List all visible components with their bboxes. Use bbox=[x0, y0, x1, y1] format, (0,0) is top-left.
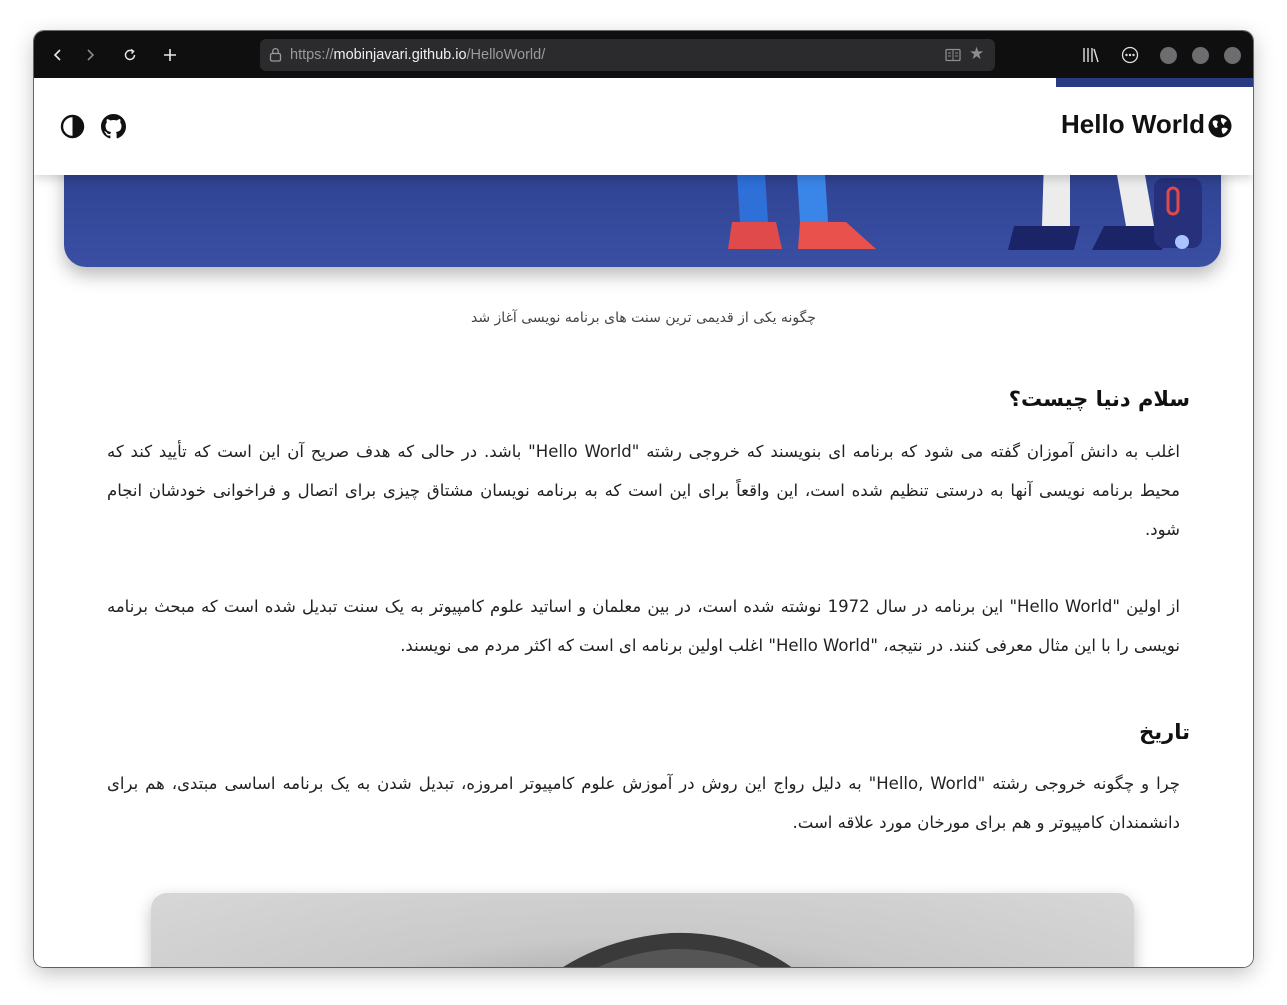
new-tab-button[interactable] bbox=[158, 43, 182, 67]
address-bar[interactable]: https://mobinjavari.github.io/HelloWorld… bbox=[260, 39, 995, 71]
site-header: Hello World bbox=[34, 78, 1253, 175]
site-title[interactable]: Hello World bbox=[1061, 109, 1205, 140]
back-button[interactable] bbox=[46, 43, 70, 67]
historical-photo bbox=[151, 893, 1134, 967]
chevron-right-icon bbox=[87, 49, 95, 61]
library-icon[interactable] bbox=[1082, 47, 1100, 63]
forward-button[interactable] bbox=[78, 43, 102, 67]
reader-view-icon[interactable] bbox=[945, 48, 961, 62]
section-heading-what-is: سلام دنیا چیست؟ bbox=[1008, 387, 1190, 411]
browser-window: https://mobinjavari.github.io/HelloWorld… bbox=[34, 31, 1253, 967]
reload-button[interactable] bbox=[118, 43, 142, 67]
header-accent-bar bbox=[1056, 78, 1253, 87]
more-options-icon[interactable] bbox=[1121, 46, 1139, 64]
section-heading-history: تاریخ bbox=[1139, 720, 1190, 744]
bookmark-star-icon[interactable]: ★ bbox=[969, 46, 984, 63]
globe-icon bbox=[1208, 114, 1232, 138]
url-host: mobinjavari.github.io bbox=[333, 47, 467, 63]
hero-caption: چگونه یکی از قدیمی ترین سنت های برنامه ن… bbox=[471, 310, 816, 326]
theme-toggle-icon[interactable] bbox=[60, 114, 85, 139]
url-scheme: https:// bbox=[290, 47, 334, 63]
window-maximize-button[interactable] bbox=[1192, 47, 1209, 64]
url-path: /HelloWorld/ bbox=[466, 47, 546, 63]
photo-hair-silhouette bbox=[563, 932, 792, 967]
github-icon[interactable] bbox=[101, 114, 126, 139]
window-minimize-button[interactable] bbox=[1160, 47, 1177, 64]
chevron-left-icon bbox=[53, 49, 61, 61]
url-text: https://mobinjavari.github.io/HelloWorld… bbox=[290, 46, 545, 64]
section-paragraph: چرا و چگونه خروجی رشته "Hello, World" به… bbox=[107, 774, 1180, 832]
section-paragraph: اغلب به دانش آموزان گفته می شود که برنام… bbox=[107, 442, 1180, 539]
section-paragraph: از اولین "Hello World" این برنامه در سال… bbox=[107, 597, 1180, 655]
lock-icon bbox=[269, 48, 282, 62]
window-close-button[interactable] bbox=[1224, 47, 1241, 64]
browser-toolbar: https://mobinjavari.github.io/HelloWorld… bbox=[34, 31, 1253, 78]
reload-icon bbox=[124, 48, 136, 61]
plus-icon bbox=[164, 49, 176, 61]
page-viewport: Hello World چگونه یکی از قدیمی ترین سنت … bbox=[34, 78, 1253, 967]
